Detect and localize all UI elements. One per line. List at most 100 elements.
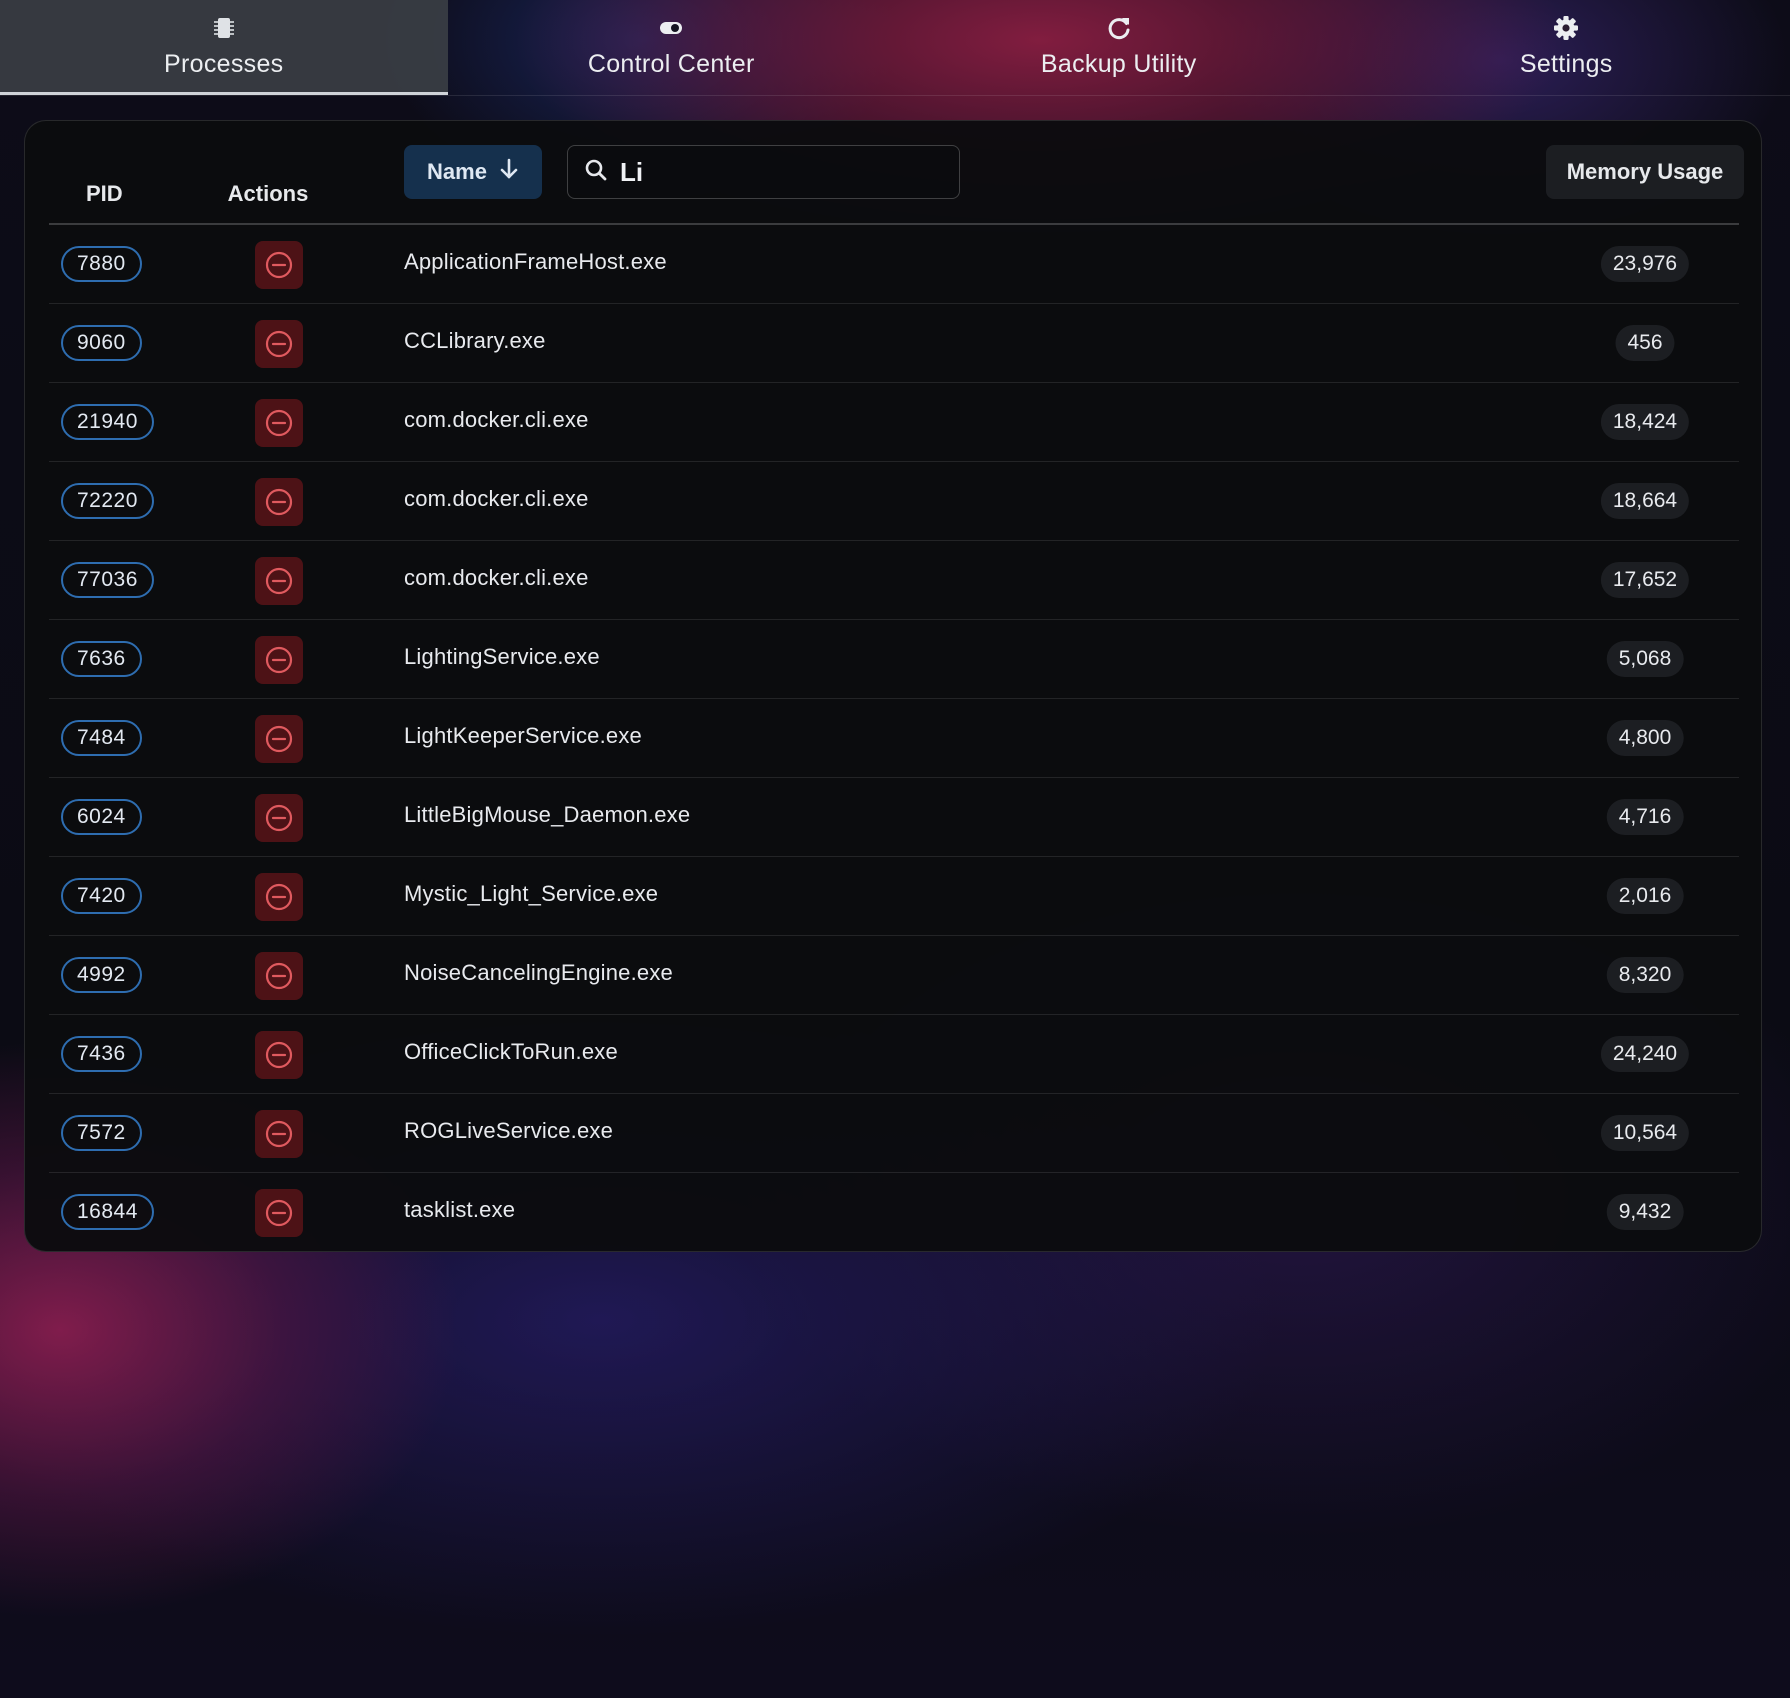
- pid-badge: 4992: [61, 957, 142, 993]
- kill-process-button[interactable]: [255, 952, 303, 1000]
- kill-process-button[interactable]: [255, 399, 303, 447]
- memory-usage-badge: 4,716: [1606, 799, 1684, 835]
- process-name: tasklist.exe: [404, 1197, 516, 1222]
- process-name: CCLibrary.exe: [404, 328, 546, 353]
- memory-usage-badge: 9,432: [1606, 1194, 1684, 1230]
- process-name: LightingService.exe: [404, 644, 600, 669]
- process-name: LightKeeperService.exe: [404, 723, 642, 748]
- minus-circle-icon: [264, 487, 294, 517]
- kill-process-button[interactable]: [255, 794, 303, 842]
- pid-badge: 21940: [61, 404, 154, 440]
- minus-circle-icon: [264, 408, 294, 438]
- pid-badge: 6024: [61, 799, 142, 835]
- chip-icon: [210, 14, 238, 42]
- tab-settings[interactable]: Settings: [1343, 0, 1790, 95]
- pid-badge: 7436: [61, 1036, 142, 1072]
- process-name: com.docker.cli.exe: [404, 486, 589, 511]
- table-row: 6024 LittleBigMouse_Daemon.exe 4,716: [49, 778, 1739, 857]
- tab-control-center[interactable]: Control Center: [448, 0, 896, 95]
- table-row: 4992 NoiseCancelingEngine.exe 8,320: [49, 936, 1739, 1015]
- pid-badge: 9060: [61, 325, 142, 361]
- minus-circle-icon: [264, 882, 294, 912]
- table-row: 16844 tasklist.exe 9,432: [49, 1173, 1739, 1252]
- minus-circle-icon: [264, 329, 294, 359]
- kill-process-button[interactable]: [255, 320, 303, 368]
- refresh-icon: [1105, 14, 1133, 42]
- kill-process-button[interactable]: [255, 478, 303, 526]
- process-name: ROGLiveService.exe: [404, 1118, 614, 1143]
- memory-usage-sort-button[interactable]: Memory Usage: [1546, 145, 1744, 199]
- pid-column-header: PID: [86, 181, 123, 206]
- table-row: 72220 com.docker.cli.exe 18,664: [49, 462, 1739, 541]
- table-row: 7636 LightingService.exe 5,068: [49, 620, 1739, 699]
- process-name: OfficeClickToRun.exe: [404, 1039, 618, 1064]
- pid-badge: 7636: [61, 641, 142, 677]
- pid-badge: 7880: [61, 246, 142, 282]
- process-table-panel: PID Actions Name Memory Usage: [24, 120, 1762, 1252]
- pid-badge: 16844: [61, 1194, 154, 1230]
- minus-circle-icon: [264, 250, 294, 280]
- process-name: Mystic_Light_Service.exe: [404, 881, 659, 906]
- memory-usage-label: Memory Usage: [1566, 159, 1724, 184]
- memory-usage-badge: 4,800: [1606, 720, 1684, 756]
- search-input[interactable]: [618, 155, 942, 189]
- minus-circle-icon: [264, 566, 294, 596]
- tab-label: Processes: [164, 50, 284, 78]
- memory-usage-badge: 23,976: [1600, 246, 1690, 282]
- kill-process-button[interactable]: [255, 557, 303, 605]
- kill-process-button[interactable]: [255, 715, 303, 763]
- kill-process-button[interactable]: [255, 1110, 303, 1158]
- memory-usage-badge: 5,068: [1606, 641, 1684, 677]
- pid-badge: 72220: [61, 483, 154, 519]
- kill-process-button[interactable]: [255, 873, 303, 921]
- pid-badge: 7420: [61, 878, 142, 914]
- table-row: 7420 Mystic_Light_Service.exe 2,016: [49, 857, 1739, 936]
- minus-circle-icon: [264, 803, 294, 833]
- memory-usage-badge: 17,652: [1600, 562, 1690, 598]
- table-row: 21940 com.docker.cli.exe 18,424: [49, 383, 1739, 462]
- arrow-down-icon: [499, 158, 519, 186]
- tab-processes[interactable]: Processes: [0, 0, 448, 95]
- name-sort-label: Name: [427, 159, 487, 184]
- process-rows: 7880 ApplicationFrameHost.exe 23,976 9060 CC…: [49, 225, 1739, 1252]
- memory-usage-badge: 8,320: [1606, 957, 1684, 993]
- memory-usage-badge: 456: [1615, 325, 1675, 361]
- minus-circle-icon: [264, 1198, 294, 1228]
- toggle-icon: [657, 14, 685, 42]
- search-field[interactable]: [567, 145, 960, 199]
- process-name: NoiseCancelingEngine.exe: [404, 960, 673, 985]
- process-name: ApplicationFrameHost.exe: [404, 249, 667, 274]
- minus-circle-icon: [264, 1119, 294, 1149]
- gear-icon: [1552, 14, 1580, 42]
- kill-process-button[interactable]: [255, 1189, 303, 1237]
- table-row: 7436 OfficeClickToRun.exe 24,240: [49, 1015, 1739, 1094]
- table-row: 7880 ApplicationFrameHost.exe 23,976: [49, 225, 1739, 304]
- name-sort-button[interactable]: Name: [404, 145, 542, 199]
- table-row: 7484 LightKeeperService.exe 4,800: [49, 699, 1739, 778]
- tab-label: Control Center: [587, 50, 755, 78]
- tab-label: Backup Utility: [1040, 50, 1197, 78]
- table-row: 7572 ROGLiveService.exe 10,564: [49, 1094, 1739, 1173]
- tab-bar: Processes Control Center Backup Utility: [0, 0, 1790, 96]
- minus-circle-icon: [264, 961, 294, 991]
- memory-usage-badge: 18,664: [1600, 483, 1690, 519]
- memory-usage-badge: 24,240: [1600, 1036, 1690, 1072]
- pid-badge: 7572: [61, 1115, 142, 1151]
- kill-process-button[interactable]: [255, 241, 303, 289]
- process-name: com.docker.cli.exe: [404, 565, 589, 590]
- minus-circle-icon: [264, 1040, 294, 1070]
- process-name: LittleBigMouse_Daemon.exe: [404, 802, 691, 827]
- kill-process-button[interactable]: [255, 1031, 303, 1079]
- pid-badge: 77036: [61, 562, 154, 598]
- table-row: 77036 com.docker.cli.exe 17,652: [49, 541, 1739, 620]
- kill-process-button[interactable]: [255, 636, 303, 684]
- minus-circle-icon: [264, 645, 294, 675]
- table-row: 9060 CCLibrary.exe 456: [49, 304, 1739, 383]
- pid-badge: 7484: [61, 720, 142, 756]
- search-icon: [584, 158, 608, 186]
- actions-header-label: Actions: [227, 181, 309, 206]
- tab-backup-utility[interactable]: Backup Utility: [895, 0, 1343, 95]
- memory-usage-badge: 2,016: [1606, 878, 1684, 914]
- process-name: com.docker.cli.exe: [404, 407, 589, 432]
- memory-usage-badge: 18,424: [1600, 404, 1690, 440]
